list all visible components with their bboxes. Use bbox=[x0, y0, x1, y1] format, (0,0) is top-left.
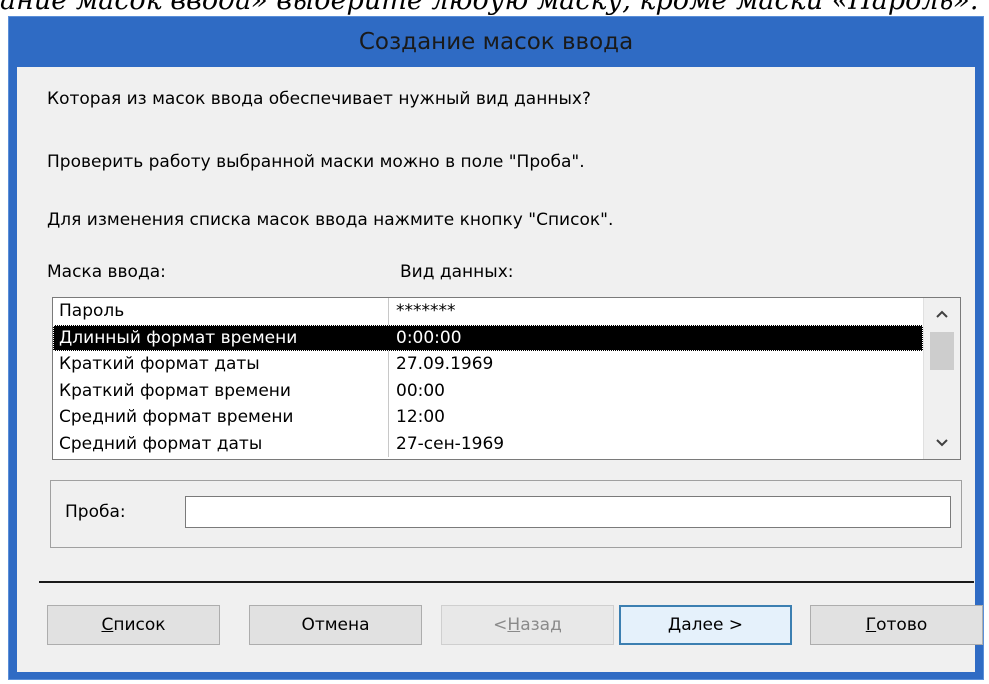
scroll-thumb[interactable] bbox=[930, 332, 954, 370]
mask-list-row[interactable]: Средний формат даты 27-сен-1969 bbox=[53, 430, 923, 457]
mask-view: 0:00:00 bbox=[396, 327, 462, 348]
mask-list-row-selected[interactable]: Длинный формат времени 0:00:00 bbox=[53, 324, 923, 351]
column-separator bbox=[388, 324, 389, 351]
probe-input[interactable] bbox=[185, 496, 951, 528]
mask-view: 27-сен-1969 bbox=[396, 433, 505, 454]
mask-list-row[interactable]: Краткий формат даты 27.09.1969 bbox=[53, 351, 923, 378]
prompt-try-hint: Проверить работу выбранной маски можно в… bbox=[47, 152, 585, 172]
chevron-down-icon bbox=[936, 439, 948, 447]
input-mask-wizard-dialog: Создание масок ввода Которая из масок вв… bbox=[8, 16, 984, 680]
finish-button[interactable]: Готово bbox=[810, 605, 983, 645]
document-caption: ание масок ввода» выберите любую маску, … bbox=[0, 0, 979, 16]
prompt-question: Которая из масок ввода обеспечивает нужн… bbox=[47, 89, 591, 109]
divider bbox=[39, 581, 974, 583]
mask-view: 00:00 bbox=[396, 380, 445, 401]
dialog-client-area: Которая из масок ввода обеспечивает нужн… bbox=[17, 67, 983, 672]
list-scrollbar[interactable] bbox=[923, 298, 960, 459]
list-button[interactable]: Список bbox=[47, 605, 220, 645]
mask-list-row[interactable]: Средний формат времени 12:00 bbox=[53, 404, 923, 431]
column-separator bbox=[388, 377, 389, 404]
mask-name: Средний формат времени bbox=[59, 407, 294, 427]
mask-name: Длинный формат времени bbox=[59, 327, 298, 348]
mask-list-row[interactable]: Краткий формат времени 00:00 bbox=[53, 377, 923, 404]
prompt-list-hint: Для изменения списка масок ввода нажмите… bbox=[47, 210, 614, 230]
mask-view: ******* bbox=[396, 301, 456, 321]
mask-name: Краткий формат времени bbox=[59, 380, 291, 401]
column-separator bbox=[388, 298, 389, 325]
scroll-up-button[interactable] bbox=[924, 300, 960, 328]
probe-group: Проба: bbox=[50, 480, 962, 548]
column-separator bbox=[388, 351, 389, 378]
column-header-view: Вид данных: bbox=[400, 262, 514, 282]
cancel-button[interactable]: Отмена bbox=[249, 605, 422, 645]
column-separator bbox=[388, 430, 389, 457]
chevron-up-icon bbox=[936, 310, 948, 318]
mask-name: Краткий формат даты bbox=[59, 354, 260, 374]
next-button[interactable]: Далее > bbox=[619, 605, 792, 645]
scroll-down-button[interactable] bbox=[924, 429, 960, 457]
mask-list-rows: Пароль ******* Длинный формат времени 0:… bbox=[53, 298, 923, 457]
mask-name: Пароль bbox=[59, 301, 125, 321]
mask-name: Средний формат даты bbox=[59, 433, 263, 454]
mask-view: 27.09.1969 bbox=[396, 354, 494, 374]
probe-label: Проба: bbox=[65, 502, 126, 522]
mask-list-row[interactable]: Пароль ******* bbox=[53, 298, 923, 325]
column-separator bbox=[388, 404, 389, 431]
column-header-mask: Маска ввода: bbox=[47, 262, 166, 282]
mask-view: 12:00 bbox=[396, 407, 445, 427]
mask-listbox[interactable]: Пароль ******* Длинный формат времени 0:… bbox=[52, 297, 961, 460]
window-title: Создание масок ввода bbox=[358, 29, 634, 55]
back-button[interactable]: < Назад bbox=[441, 605, 614, 645]
